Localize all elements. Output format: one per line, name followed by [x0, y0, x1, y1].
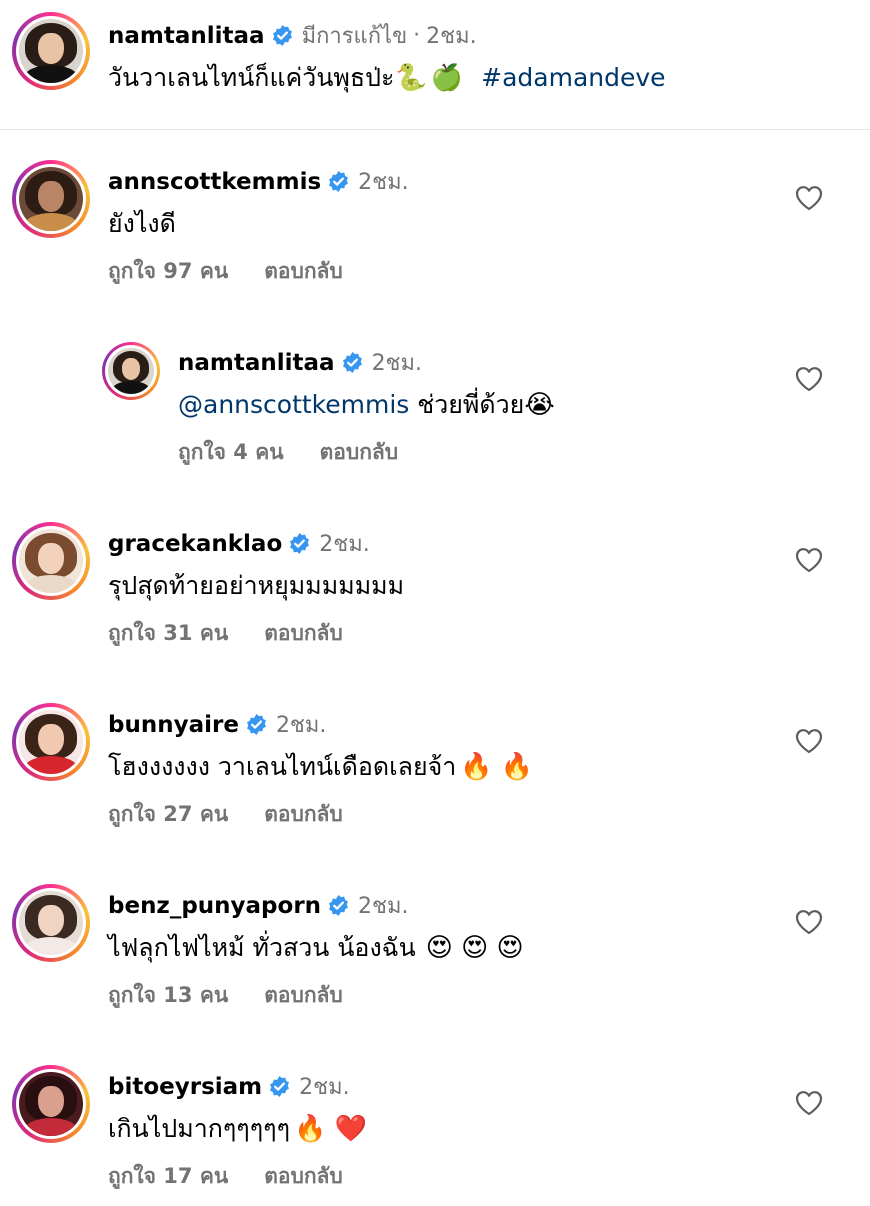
fire-emoji: 🔥 🔥 [460, 752, 534, 782]
timestamp: 2ชม. [358, 894, 409, 919]
comment-body: โฮงงงงงง วาเลนไทน์เดือดเลยจ้า [108, 752, 457, 781]
edited-label: มีการแก้ไข [301, 24, 408, 49]
reply-button[interactable]: ตอบกลับ [264, 1160, 343, 1193]
heart-icon[interactable] [795, 547, 823, 573]
username[interactable]: gracekanklao [108, 531, 282, 557]
avatar[interactable] [12, 160, 90, 238]
timestamp: 2ชม. [426, 24, 477, 49]
post-caption: namtanlitaa มีการแก้ไข · 2ชม. วันวาเลนไท… [0, 0, 870, 130]
heart-icon[interactable] [795, 1090, 823, 1116]
comment-text: โฮงงงงงง วาเลนไทน์เดือดเลยจ้า 🔥 🔥 [108, 747, 533, 787]
apple-emoji: 🍏 [430, 63, 464, 93]
comment-body: ไฟลุกไฟไหม้ ทั่วสวน น้องฉัน [108, 933, 416, 962]
username[interactable]: namtanlitaa [108, 23, 265, 49]
likes-count[interactable]: ถูกใจ 27 คน [108, 798, 228, 831]
heart-icon[interactable] [795, 728, 823, 754]
caption-body: วันวาเลนไทน์ก็แค่วันพุธป่ะ [108, 63, 395, 92]
heart-icon[interactable] [795, 366, 823, 392]
reply-button[interactable]: ตอบกลับ [320, 436, 399, 469]
verified-badge-icon [342, 351, 362, 374]
mention-link[interactable]: @annscottkemmis [178, 390, 409, 419]
timestamp: 2ชม. [275, 713, 327, 738]
reply-button[interactable]: ตอบกลับ [264, 798, 343, 831]
likes-count[interactable]: ถูกใจ 4 คน [178, 436, 284, 469]
likes-count[interactable]: ถูกใจ 31 คน [108, 617, 228, 650]
likes-count[interactable]: ถูกใจ 17 คน [108, 1160, 228, 1193]
reply-button[interactable]: ตอบกลับ [264, 979, 343, 1012]
verified-badge-icon [329, 894, 349, 917]
comment-text: ไฟลุกไฟไหม้ ทั่วสวน น้องฉัน 😍 😍 😍 [108, 928, 524, 968]
comment-text: ยังไงดี [108, 209, 176, 238]
hashtag-link[interactable]: #adamandeve [481, 63, 665, 92]
comment-text: เกินไปมากๆๆๆๆๆ 🔥 ❤️ [108, 1109, 367, 1149]
timestamp: 2ชม. [299, 1075, 350, 1100]
comment-body: เกินไปมากๆๆๆๆๆ [108, 1114, 291, 1143]
reply-button[interactable]: ตอบกลับ [264, 255, 343, 288]
verified-badge-icon [270, 1075, 290, 1098]
avatar[interactable] [12, 884, 90, 962]
likes-count[interactable]: ถูกใจ 97 คน [108, 255, 228, 288]
caption-text: วันวาเลนไทน์ก็แค่วันพุธป่ะ🐍 🍏 #adamandeve [108, 58, 666, 98]
username[interactable]: namtanlitaa [178, 350, 335, 376]
separator: · [413, 23, 421, 48]
likes-count[interactable]: ถูกใจ 13 คน [108, 979, 228, 1012]
avatar[interactable] [12, 703, 90, 781]
avatar[interactable] [12, 1065, 90, 1143]
username[interactable]: benz_punyaporn [108, 893, 321, 919]
verified-badge-icon [246, 713, 266, 736]
snake-emoji: 🐍 [394, 63, 427, 93]
verified-badge-icon [290, 532, 310, 555]
heart-eyes-emoji: 😍 😍 😍 [425, 933, 524, 963]
timestamp: 2ชม. [319, 532, 370, 557]
reply-button[interactable]: ตอบกลับ [264, 617, 343, 650]
avatar[interactable] [12, 522, 90, 600]
comment-text: @annscottkemmis ช่วยพี่ด้วย😭 [178, 385, 555, 425]
timestamp: 2ชม. [371, 351, 422, 376]
avatar[interactable] [12, 12, 90, 90]
verified-badge-icon [329, 170, 349, 193]
comment-body: ช่วยพี่ด้วย [409, 390, 525, 419]
heart-icon[interactable] [795, 185, 823, 211]
comment-text: รุปสุดท้ายอย่าหยุมมมมมมม [108, 571, 405, 600]
username[interactable]: bunnyaire [108, 712, 239, 738]
avatar[interactable] [102, 342, 160, 400]
timestamp: 2ชม. [358, 170, 409, 195]
username[interactable]: annscottkemmis [108, 169, 321, 195]
heart-icon[interactable] [795, 909, 823, 935]
verified-badge-icon [272, 24, 292, 47]
username[interactable]: bitoeyrsiam [108, 1074, 262, 1100]
fire-heart-emoji: 🔥 ❤️ [294, 1114, 368, 1144]
crying-emoji: 😭 [524, 390, 555, 420]
